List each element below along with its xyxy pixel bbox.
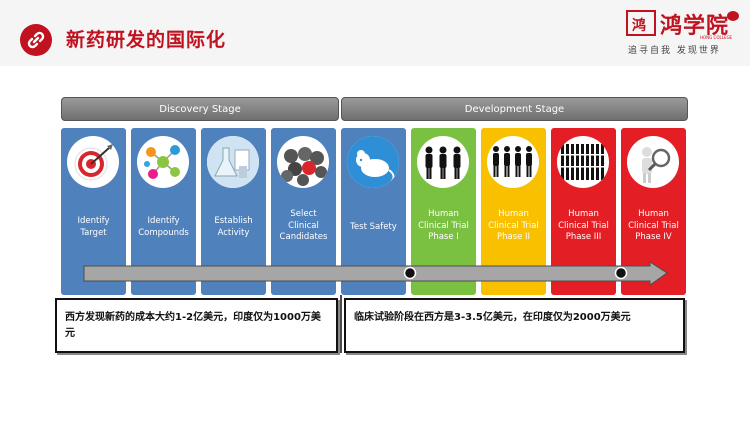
discovery-cost-note: 西方发现新药的成本大约1-2亿美元，印度仅为1000万美元 [55, 298, 338, 353]
timeline-arrow [83, 261, 668, 353]
milestone-dot [403, 266, 417, 280]
development-cost-note: 临床试验阶段在西方是3-3.5亿美元，在印度仅为2000万美元 [344, 298, 685, 353]
milestone-dot [614, 266, 628, 280]
